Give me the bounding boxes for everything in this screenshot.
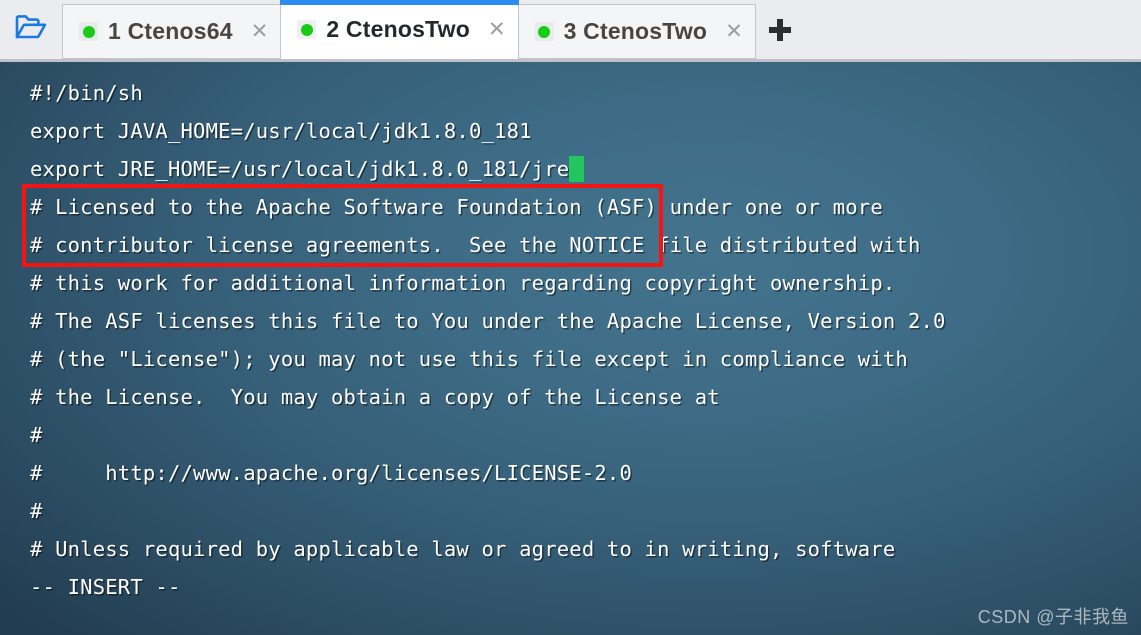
open-folder-icon bbox=[14, 13, 48, 46]
green-status-dot bbox=[534, 22, 554, 41]
tab-bar: 1 Ctenos64 ✕ 2 CtenosTwo ✕ 3 CtenosTwo ✕ bbox=[0, 0, 1141, 62]
tab-3-ctenostwo[interactable]: 3 CtenosTwo ✕ bbox=[517, 4, 756, 59]
terminal-line-text: export JRE_HOME=/usr/local/jdk1.8.0_181/… bbox=[30, 157, 570, 181]
terminal-line: # bbox=[30, 423, 43, 447]
green-status-dot bbox=[79, 22, 98, 41]
tab-label: 1 Ctenos64 bbox=[108, 18, 233, 44]
terminal-line: # the License. You may obtain a copy of … bbox=[30, 385, 720, 409]
green-status-dot bbox=[297, 20, 317, 39]
tab-list: 1 Ctenos64 ✕ 2 CtenosTwo ✕ 3 CtenosTwo ✕ bbox=[62, 0, 756, 59]
terminal-line: #!/bin/sh bbox=[30, 81, 143, 105]
terminal-line: export JAVA_HOME=/usr/local/jdk1.8.0_181 bbox=[30, 119, 532, 143]
add-tab-button[interactable] bbox=[755, 0, 805, 59]
terminal-line: # The ASF licenses this file to You unde… bbox=[30, 309, 946, 333]
terminal-line: # (the "License"); you may not use this … bbox=[30, 347, 908, 371]
terminal-pane[interactable]: #!/bin/sh export JAVA_HOME=/usr/local/jd… bbox=[0, 62, 1141, 635]
terminal-text-area[interactable]: #!/bin/sh export JAVA_HOME=/usr/local/jd… bbox=[30, 74, 1141, 635]
terminal-line: # Licensed to the Apache Software Founda… bbox=[30, 195, 883, 219]
close-icon[interactable]: ✕ bbox=[243, 21, 269, 42]
tab-2-ctenostwo[interactable]: 2 CtenosTwo ✕ bbox=[280, 0, 519, 59]
plus-icon bbox=[768, 18, 791, 41]
watermark: CSDN @子非我鱼 bbox=[977, 607, 1129, 627]
tab-label: 2 CtenosTwo bbox=[326, 16, 470, 42]
close-icon[interactable]: ✕ bbox=[480, 19, 506, 40]
close-icon[interactable]: ✕ bbox=[717, 21, 743, 42]
terminal-line: # http://www.apache.org/licenses/LICENSE… bbox=[30, 461, 633, 485]
vim-status-line: -- INSERT -- bbox=[30, 575, 181, 599]
text-cursor bbox=[569, 156, 585, 182]
open-folder-button[interactable] bbox=[0, 0, 62, 59]
terminal-line: # bbox=[30, 499, 43, 523]
terminal-line: # this work for additional information r… bbox=[30, 271, 896, 295]
tab-1-ctenos64[interactable]: 1 Ctenos64 ✕ bbox=[62, 4, 282, 59]
tab-label: 3 CtenosTwo bbox=[563, 18, 708, 44]
terminal-line: # Unless required by applicable law or a… bbox=[30, 537, 896, 561]
terminal-line: # contributor license agreements. See th… bbox=[30, 233, 921, 257]
terminal-line-with-cursor: export JRE_HOME=/usr/local/jdk1.8.0_181/… bbox=[30, 150, 1141, 188]
